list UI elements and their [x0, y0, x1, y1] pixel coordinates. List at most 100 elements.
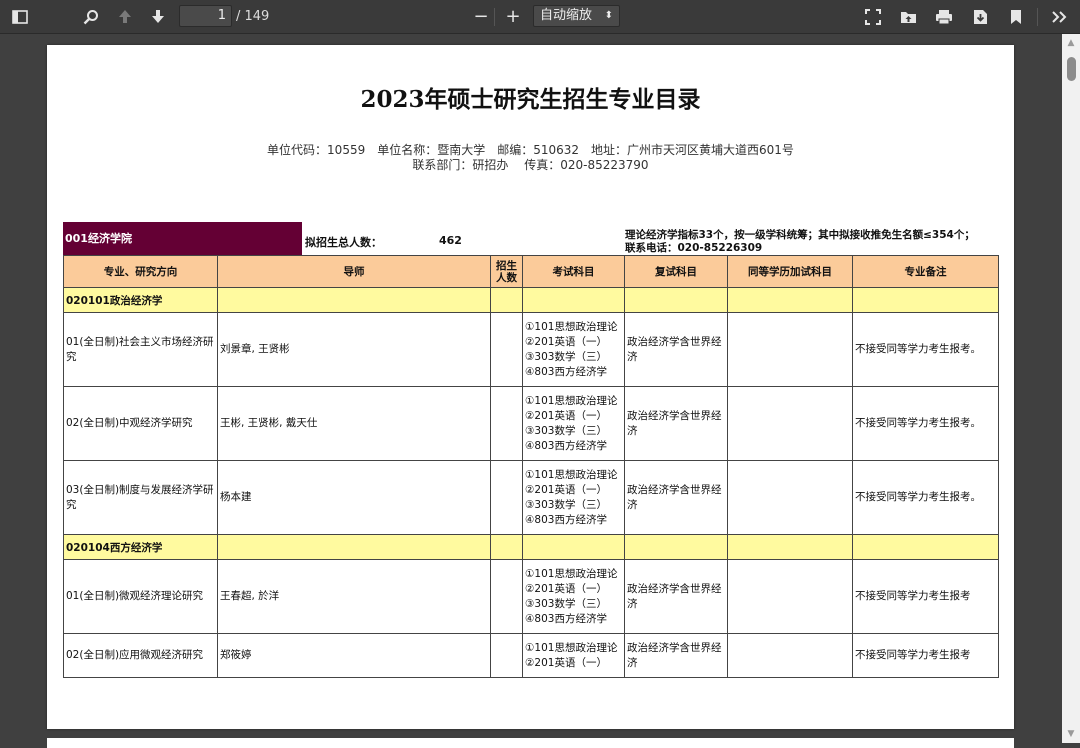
advisor-cell: 王春超, 於洋 — [217, 559, 491, 634]
pdf-page-next — [47, 738, 1014, 748]
col-header-major: 专业、研究方向 — [63, 255, 218, 288]
retest-cell: 政治经济学含世界经济 — [624, 460, 728, 535]
col-header-extra: 同等学历加试科目 — [727, 255, 853, 288]
extra-cell — [727, 633, 853, 678]
exam-item: ②201英语（一） — [525, 582, 607, 595]
extra-cell — [727, 312, 853, 387]
bookmark-icon[interactable] — [1005, 0, 1027, 33]
direction-cell: 02(全日制)中观经济学研究 — [63, 386, 218, 461]
contact-info: 联系部门：研招办 传真：020-85223790 — [412, 158, 649, 172]
major-cell: 020104西方经济学 — [63, 534, 218, 560]
catalog-table: 专业、研究方向 导师 招生人数 考试科目 复试科目 同等学历加试科目 专业备注 … — [63, 255, 999, 678]
major-cell: 020101政治经济学 — [63, 287, 218, 313]
presentation-mode-icon[interactable] — [862, 0, 884, 33]
table-row: 020101政治经济学 — [63, 287, 999, 313]
direction-cell: 03(全日制)制度与发展经济学研究 — [63, 460, 218, 535]
retest-cell: 政治经济学含世界经济 — [624, 312, 728, 387]
exam-item: ④803西方经济学 — [525, 612, 607, 625]
exam-item: ④803西方经济学 — [525, 365, 607, 378]
advisor-cell: 刘景章, 王贤彬 — [217, 312, 491, 387]
retest-cell: 政治经济学含世界经济 — [624, 633, 728, 678]
table-row: 01(全日制)社会主义市场经济研究 刘景章, 王贤彬 ①101思想政治理论 ②2… — [63, 312, 999, 387]
advisor-cell: 郑筱婷 — [217, 633, 491, 678]
table-row: 03(全日制)制度与发展经济学研究 杨本建 ①101思想政治理论 ②201英语（… — [63, 460, 999, 535]
scroll-up-arrow-icon[interactable]: ▲ — [1062, 36, 1080, 50]
col-header-retest: 复试科目 — [624, 255, 728, 288]
exam-item: ③303数学（三） — [525, 597, 607, 610]
download-icon[interactable] — [969, 0, 991, 33]
exam-item: ①101思想政治理论 — [525, 394, 618, 407]
pdf-toolbar: 1 / 149 − + 自动缩放 ⬍ — [0, 0, 1080, 34]
tools-menu-icon[interactable] — [1047, 0, 1071, 33]
exam-item: ④803西方经济学 — [525, 439, 607, 452]
col-header-remark: 专业备注 — [852, 255, 999, 288]
scrollbar-thumb[interactable] — [1067, 57, 1076, 81]
advisor-cell: 杨本建 — [217, 460, 491, 535]
exam-item: ②201英语（一） — [525, 483, 607, 496]
open-file-icon[interactable] — [897, 0, 919, 33]
sidebar-toggle-icon[interactable] — [8, 0, 32, 33]
exam-item: ③303数学（三） — [525, 498, 607, 511]
col-header-advisor: 导师 — [217, 255, 491, 288]
toolbar-separator — [1037, 8, 1038, 26]
exam-item: ②201英语（一） — [525, 409, 607, 422]
retest-cell: 政治经济学含世界经济 — [624, 559, 728, 634]
exam-item: ①101思想政治理论 — [525, 641, 618, 654]
exam-item: ②201英语（一） — [525, 656, 607, 669]
exam-cell: ①101思想政治理论 ②201英语（一） ③303数学（三） ④803西方经济学 — [522, 460, 625, 535]
exam-item: ②201英语（一） — [525, 335, 607, 348]
previous-page-icon[interactable] — [114, 0, 136, 33]
page-total-label: / 149 — [236, 9, 270, 24]
advisor-cell: 王彬, 王贤彬, 戴天仕 — [217, 386, 491, 461]
zoom-in-button[interactable]: + — [502, 0, 524, 33]
extra-cell — [727, 559, 853, 634]
col-header-count: 招生人数 — [490, 255, 523, 288]
enroll-total-label: 拟招生总人数： — [305, 236, 382, 249]
search-icon[interactable] — [80, 0, 102, 33]
count-cell — [490, 460, 523, 535]
zoom-select-label: 自动缩放 — [540, 8, 593, 23]
count-cell — [490, 559, 523, 634]
direction-cell: 01(全日制)社会主义市场经济研究 — [63, 312, 218, 387]
count-cell — [490, 386, 523, 461]
table-row: 02(全日制)中观经济学研究 王彬, 王贤彬, 戴天仕 ①101思想政治理论 ②… — [63, 386, 999, 461]
remark-cell: 不接受同等学力考生报考 — [852, 559, 999, 634]
next-page-icon[interactable] — [147, 0, 169, 33]
extra-cell — [727, 460, 853, 535]
count-cell — [490, 312, 523, 387]
exam-cell: ①101思想政治理论 ②201英语（一） ③303数学（三） ④803西方经济学 — [522, 312, 625, 387]
remark-cell: 不接受同等学力考生报考。 — [852, 312, 999, 387]
table-row: 01(全日制)微观经济理论研究 王春超, 於洋 ①101思想政治理论 ②201英… — [63, 559, 999, 634]
exam-cell: ①101思想政治理论 ②201英语（一） ③303数学（三） ④803西方经济学 — [522, 559, 625, 634]
exam-cell: ①101思想政治理论 ②201英语（一） — [522, 633, 625, 678]
zoom-select[interactable]: 自动缩放 ⬍ — [533, 5, 620, 27]
direction-cell: 02(全日制)应用微观经济研究 — [63, 633, 218, 678]
exam-item: ③303数学（三） — [525, 350, 607, 363]
exam-item: ④803西方经济学 — [525, 513, 607, 526]
exam-item: ①101思想政治理论 — [525, 567, 618, 580]
scroll-down-arrow-icon[interactable]: ▼ — [1062, 727, 1080, 741]
retest-cell: 政治经济学含世界经济 — [624, 386, 728, 461]
document-title: 2023年硕士研究生招生专业目录 — [360, 86, 701, 113]
zoom-out-button[interactable]: − — [470, 0, 492, 33]
table-row: 02(全日制)应用微观经济研究 郑筱婷 ①101思想政治理论 ②201英语（一）… — [63, 633, 999, 678]
exam-cell: ①101思想政治理论 ②201英语（一） ③303数学（三） ④803西方经济学 — [522, 386, 625, 461]
exam-item: ①101思想政治理论 — [525, 320, 618, 333]
enroll-total-value: 462 — [439, 234, 462, 247]
exam-item: ③303数学（三） — [525, 424, 607, 437]
chevron-updown-icon: ⬍ — [604, 10, 613, 21]
college-name: 001经济学院 — [63, 222, 302, 255]
page-number-input[interactable]: 1 — [179, 5, 232, 27]
remark-cell: 不接受同等学力考生报考。 — [852, 460, 999, 535]
direction-cell: 01(全日制)微观经济理论研究 — [63, 559, 218, 634]
exam-item: ①101思想政治理论 — [525, 468, 618, 481]
col-header-exam: 考试科目 — [522, 255, 625, 288]
toolbar-separator — [494, 8, 495, 26]
vertical-scrollbar[interactable]: ▲ ▼ — [1062, 34, 1080, 743]
print-icon[interactable] — [933, 0, 955, 33]
contact-phone: 联系电话：020-85226309 — [625, 242, 763, 254]
table-header-row: 专业、研究方向 导师 招生人数 考试科目 复试科目 同等学历加试科目 专业备注 — [63, 255, 999, 288]
extra-cell — [727, 386, 853, 461]
pdf-page: 2023年硕士研究生招生专业目录 单位代码：10559 单位名称：暨南大学 邮编… — [47, 45, 1014, 729]
remark-cell: 不接受同等学力考生报考 — [852, 633, 999, 678]
